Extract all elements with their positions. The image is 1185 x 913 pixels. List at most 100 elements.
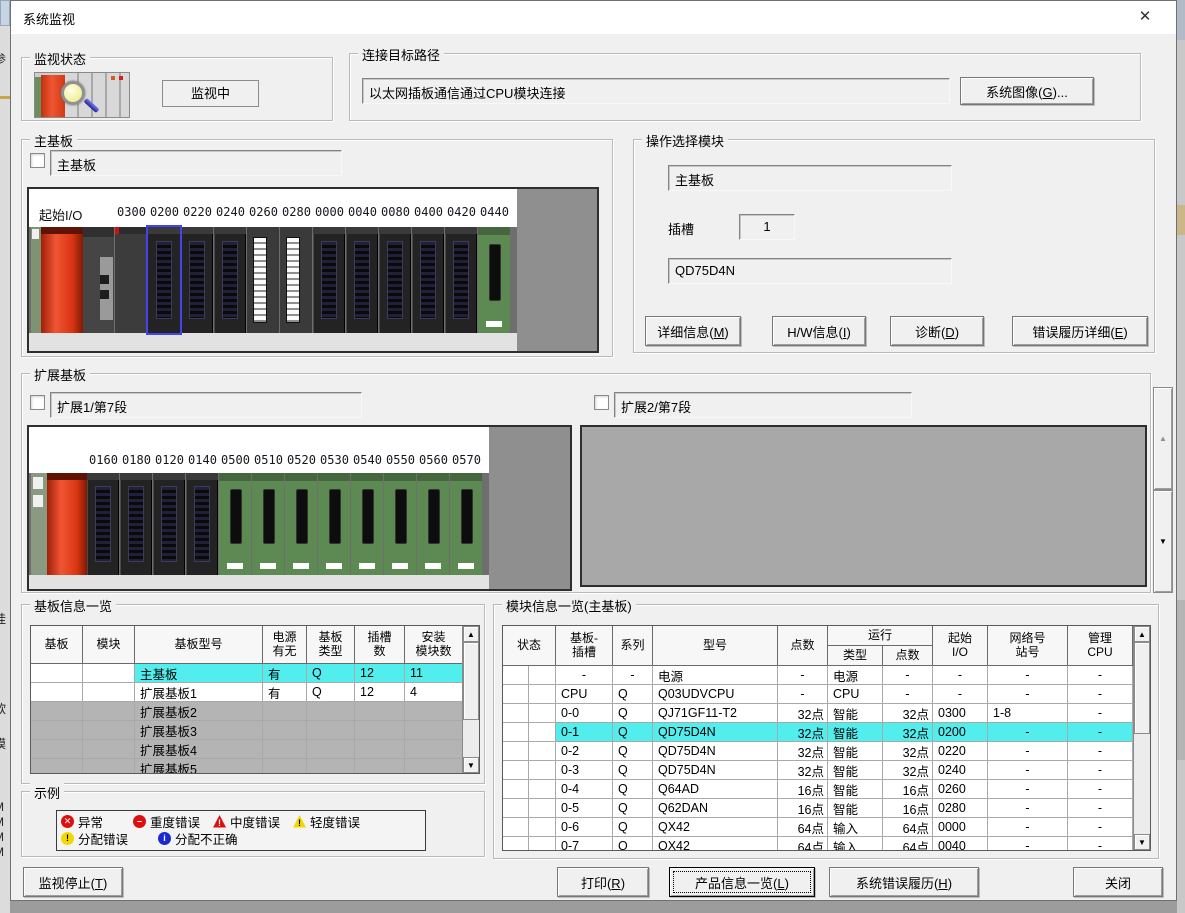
module-info-cell[interactable]: - [1068,837,1133,851]
module-info-cell[interactable]: 1-8 [988,704,1068,723]
base-info-cell[interactable] [307,759,355,774]
module-info-cell[interactable]: 输入 [828,837,883,851]
module-info-cell[interactable]: - [1068,685,1133,704]
base-info-cell[interactable]: 12 [355,683,405,702]
base-info-cell[interactable] [31,664,83,683]
slot-module[interactable] [280,227,312,333]
module-info-cell[interactable]: - [1068,742,1133,761]
module-info-cell[interactable]: - [1068,818,1133,837]
module-info-cell[interactable]: 智能 [828,704,883,723]
module-info-cell[interactable]: 0280 [933,799,988,818]
module-info-cell[interactable]: - [988,837,1068,851]
slot-module[interactable] [318,473,350,575]
base-info-cell[interactable] [405,740,463,759]
scrollbar-thumb[interactable] [463,642,479,720]
close-button[interactable]: 关闭 [1073,867,1163,897]
slot-module[interactable] [186,473,218,575]
base-info-cell[interactable] [31,721,83,740]
module-info-cell[interactable]: QD75D4N [653,761,778,780]
module-info-cell[interactable]: 32点 [883,723,933,742]
base-info-cell[interactable]: 12 [355,664,405,683]
module-info-cell[interactable]: 32点 [778,742,828,761]
base-info-cell[interactable]: 扩展基板4 [135,740,263,759]
module-info-cell[interactable] [503,666,529,685]
module-info-cell[interactable]: 16点 [778,799,828,818]
main-base-checkbox[interactable] [30,153,45,168]
module-info-cell[interactable]: - [988,799,1068,818]
base-info-cell[interactable] [307,740,355,759]
module-info-cell[interactable]: Q [613,761,653,780]
module-info-cell[interactable]: 0-7 [556,837,613,851]
module-info-cell[interactable]: CPU [556,685,613,704]
slot-module[interactable] [285,473,317,575]
base-info-cell[interactable]: 扩展基板5 [135,759,263,774]
base-info-cell[interactable] [355,702,405,721]
base-info-cell[interactable] [405,759,463,774]
slot-module[interactable] [450,473,482,575]
base-info-cell[interactable] [31,683,83,702]
module-info-cell[interactable]: QD75D4N [653,723,778,742]
base-info-cell[interactable] [83,702,135,721]
module-info-cell[interactable]: - [988,780,1068,799]
module-info-cell[interactable]: QX42 [653,837,778,851]
module-info-cell[interactable]: 电源 [828,666,883,685]
base-info-cell[interactable] [405,702,463,721]
module-info-cell[interactable]: 0-2 [556,742,613,761]
module-info-cell[interactable]: 0260 [933,780,988,799]
module-info-cell[interactable]: - [1068,723,1133,742]
slot-module[interactable] [153,473,185,575]
slot-module[interactable] [417,473,449,575]
close-icon[interactable]: ✕ [1124,3,1166,31]
module-info-cell[interactable] [529,761,556,780]
module-info-cell[interactable]: Q [613,818,653,837]
module-info-cell[interactable]: 16点 [778,780,828,799]
module-info-cell[interactable]: 0200 [933,723,988,742]
base-info-cell[interactable]: 扩展基板1 [135,683,263,702]
power-supply-module[interactable] [47,473,87,575]
base-info-cell[interactable] [83,664,135,683]
module-info-cell[interactable]: 电源 [653,666,778,685]
module-info-cell[interactable]: - [988,761,1068,780]
module-info-cell[interactable]: 32点 [778,723,828,742]
module-info-cell[interactable]: Q [613,837,653,851]
base-info-cell[interactable] [405,721,463,740]
print-button[interactable]: 打印(R) [557,867,649,897]
slot-module[interactable] [252,473,284,575]
module-info-cell[interactable] [503,742,529,761]
module-info-cell[interactable]: 0-0 [556,704,613,723]
module-info-cell[interactable] [529,837,556,851]
module-info-cell[interactable]: 智能 [828,799,883,818]
base-info-cell[interactable] [263,740,307,759]
module-info-cell[interactable]: QD75D4N [653,742,778,761]
scroll-down-button[interactable]: ▼ [1153,490,1173,593]
scroll-down-button[interactable]: ▼ [463,757,479,773]
table-scrollbar[interactable]: ▲▼ [462,626,479,773]
module-info-cell[interactable]: QJ71GF11-T2 [653,704,778,723]
base-info-cell[interactable]: 扩展基板2 [135,702,263,721]
module-info-cell[interactable] [529,818,556,837]
module-info-cell[interactable]: - [1068,780,1133,799]
slot-module[interactable] [247,227,279,333]
base-info-cell[interactable]: 4 [405,683,463,702]
extension-scrollbar[interactable]: ▲ ▼ [1153,387,1173,593]
slot-module[interactable] [351,473,383,575]
table-scrollbar[interactable]: ▲▼ [1133,626,1150,850]
base-info-cell[interactable] [263,702,307,721]
diagnostics-button[interactable]: 诊断(D) [890,316,984,346]
module-info-cell[interactable]: - [988,818,1068,837]
base-info-cell[interactable]: Q [307,683,355,702]
module-info-cell[interactable]: - [613,666,653,685]
module-info-cell[interactable]: - [988,685,1068,704]
module-info-cell[interactable] [503,818,529,837]
module-info-cell[interactable]: 0-5 [556,799,613,818]
module-info-cell[interactable]: 32点 [778,761,828,780]
module-info-cell[interactable]: 0-3 [556,761,613,780]
module-info-cell[interactable]: - [883,666,933,685]
module-info-cell[interactable]: Q [613,799,653,818]
hw-info-button[interactable]: H/W信息(I) [772,316,866,346]
base-info-cell[interactable] [31,759,83,774]
scroll-down-button[interactable]: ▼ [1134,834,1150,850]
module-info-cell[interactable]: 32点 [883,742,933,761]
module-info-cell[interactable]: Q [613,723,653,742]
module-info-cell[interactable] [503,685,529,704]
